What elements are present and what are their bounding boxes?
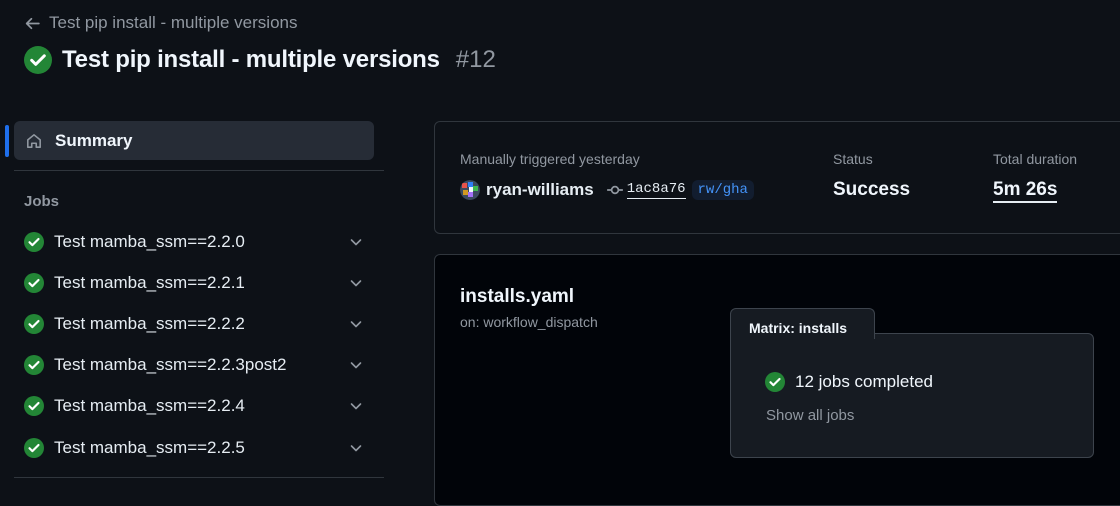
job-label: Test mamba_ssm==2.2.3post2 — [54, 355, 287, 375]
actor-link[interactable]: ryan-williams — [486, 180, 594, 200]
job-list: Test mamba_ssm==2.2.0 Test mamba_ssm==2.2… — [14, 221, 374, 468]
chevron-down-icon[interactable] — [348, 234, 364, 250]
branch-badge[interactable]: rw/gha — [691, 180, 754, 200]
check-circle-icon — [24, 355, 44, 376]
sidebar-job-item[interactable]: Test mamba_ssm==2.2.2 — [14, 303, 374, 344]
run-info-card: Manually triggered yesterday ryan-willia… — [434, 121, 1120, 234]
active-indicator — [5, 125, 9, 157]
matrix-title: Matrix: installs — [749, 320, 848, 336]
job-label: Test mamba_ssm==2.2.2 — [54, 313, 245, 333]
status-label: Status — [833, 151, 873, 167]
arrow-left-icon — [25, 17, 40, 29]
sidebar-job-item[interactable]: Test mamba_ssm==2.2.0 — [14, 221, 374, 262]
check-circle-icon — [24, 396, 44, 417]
avatar[interactable] — [460, 180, 480, 200]
chevron-down-icon[interactable] — [348, 316, 364, 332]
duration-label: Total duration — [993, 151, 1078, 167]
check-circle-icon — [24, 437, 44, 458]
check-circle-icon — [765, 372, 785, 392]
page-title-row: Test pip install - multiple versions #12 — [24, 46, 496, 74]
sidebar-job-item[interactable]: Test mamba_ssm==2.2.3post2 — [14, 345, 374, 386]
show-all-jobs-link[interactable]: Show all jobs — [766, 407, 854, 424]
actor-row: ryan-williams 1ac8a76 rw/gha — [460, 180, 754, 200]
duration-value[interactable]: 5m 26s — [993, 179, 1058, 203]
sidebar-item-label: Summary — [55, 130, 133, 150]
matrix-tab: Matrix: installs — [730, 308, 875, 339]
trigger-text: Manually triggered yesterday — [460, 151, 640, 167]
workflow-file-name: installs.yaml — [460, 286, 575, 307]
matrix-box: 12 jobs completed Show all jobs — [730, 333, 1094, 458]
job-label: Test mamba_ssm==2.2.5 — [54, 437, 245, 457]
chevron-down-icon[interactable] — [348, 440, 364, 456]
sidebar-item-summary[interactable]: Summary — [14, 121, 374, 160]
sidebar-job-item[interactable]: Test mamba_ssm==2.2.4 — [14, 386, 374, 427]
commit-sha-link[interactable]: 1ac8a76 — [626, 181, 686, 199]
back-to-workflow-link[interactable]: Test pip install - multiple versions — [24, 13, 297, 33]
sidebar-job-item[interactable]: Test mamba_ssm==2.2.5 — [14, 427, 374, 468]
matrix-status-text: 12 jobs completed — [795, 372, 933, 391]
divider — [14, 477, 384, 478]
git-commit-icon — [606, 185, 623, 195]
divider — [14, 170, 384, 171]
check-circle-icon — [24, 46, 52, 74]
chevron-down-icon[interactable] — [348, 357, 364, 373]
jobs-heading: Jobs — [24, 193, 60, 210]
matrix-status: 12 jobs completed — [765, 372, 933, 392]
job-label: Test mamba_ssm==2.2.0 — [54, 231, 245, 251]
job-label: Test mamba_ssm==2.2.1 — [54, 272, 245, 292]
job-label: Test mamba_ssm==2.2.4 — [54, 396, 245, 416]
workflow-trigger: on: workflow_dispatch — [460, 314, 598, 330]
back-link-label: Test pip install - multiple versions — [49, 13, 298, 32]
chevron-down-icon[interactable] — [348, 275, 364, 291]
status-value: Success — [833, 179, 911, 200]
chevron-down-icon[interactable] — [348, 398, 364, 414]
check-circle-icon — [24, 313, 44, 334]
run-number: #12 — [455, 46, 496, 73]
home-icon — [27, 133, 41, 148]
check-circle-icon — [24, 231, 44, 252]
sidebar: Summary Jobs Test mamba_ssm==2.2.0 Test m… — [0, 110, 384, 485]
workflow-graph-card: installs.yaml on: workflow_dispatch Matr… — [434, 254, 1120, 506]
page-title: Test pip install - multiple versions — [62, 46, 440, 73]
check-circle-icon — [24, 272, 44, 293]
sidebar-job-item[interactable]: Test mamba_ssm==2.2.1 — [14, 262, 374, 303]
